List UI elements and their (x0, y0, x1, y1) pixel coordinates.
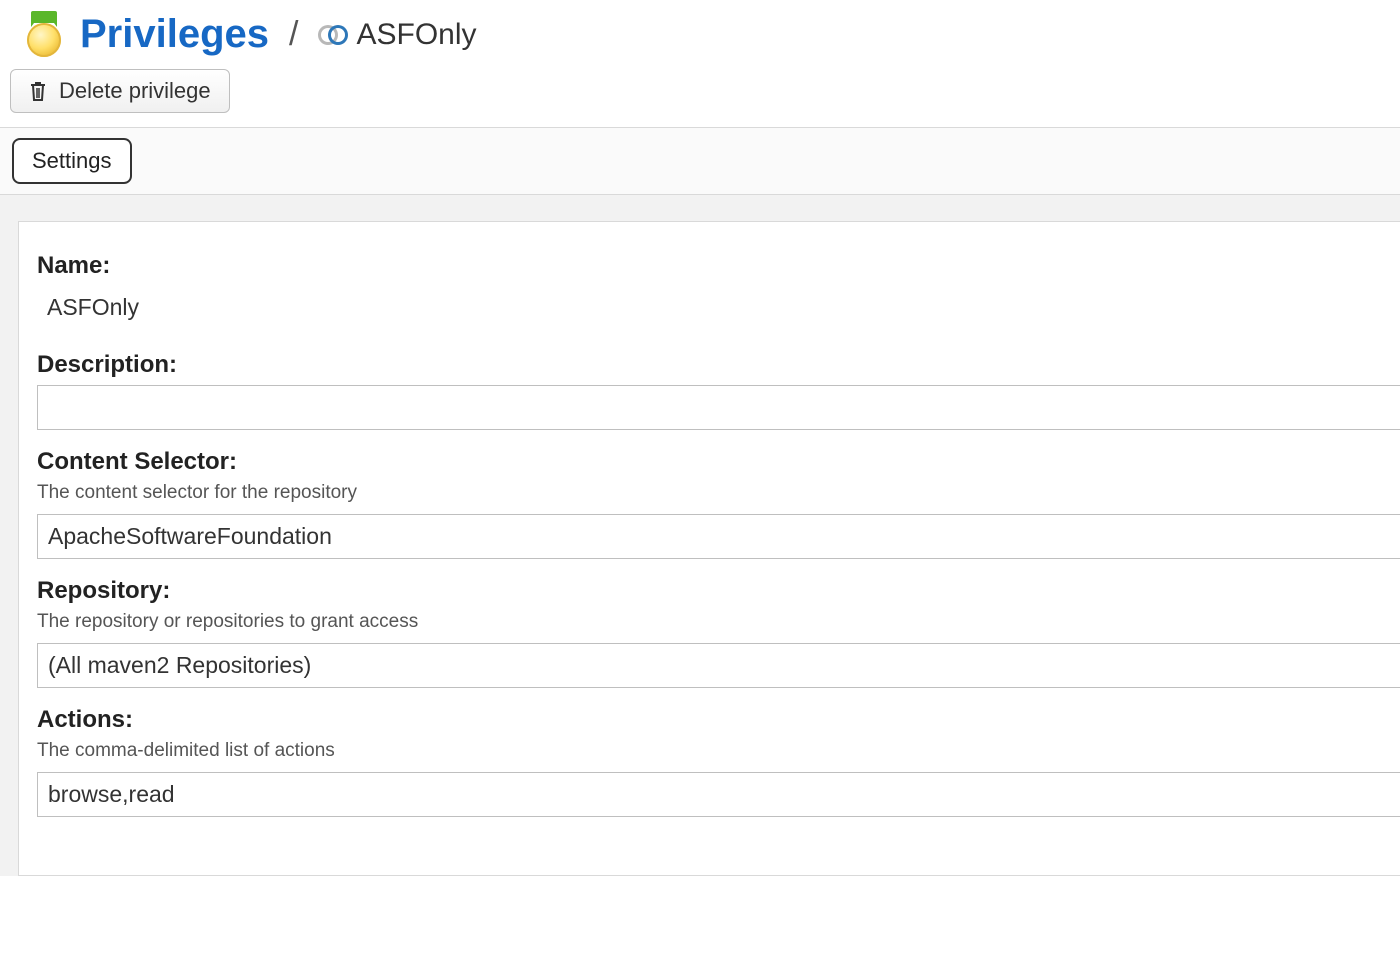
field-description: Description: (37, 351, 1400, 430)
repository-input[interactable] (37, 643, 1400, 688)
toolbar: Delete privilege (0, 69, 1400, 127)
field-repository: Repository: The repository or repositori… (37, 577, 1400, 688)
repository-help: The repository or repositories to grant … (37, 611, 1400, 633)
breadcrumb: Privileges / ASFOnly (0, 0, 1400, 69)
description-input[interactable] (37, 385, 1400, 430)
field-actions: Actions: The comma-delimited list of act… (37, 706, 1400, 817)
privilege-medal-icon (22, 13, 66, 57)
name-value: ASFOnly (37, 286, 1400, 333)
tab-settings[interactable]: Settings (12, 138, 132, 184)
description-label: Description: (37, 351, 1400, 379)
content-selector-help: The content selector for the repository (37, 482, 1400, 504)
field-name: Name: ASFOnly (37, 252, 1400, 333)
actions-label: Actions: (37, 706, 1400, 734)
breadcrumb-item: ASFOnly (318, 18, 476, 52)
breadcrumb-separator: / (283, 15, 304, 54)
actions-help: The comma-delimited list of actions (37, 740, 1400, 762)
form-panel: Name: ASFOnly Description: Content Selec… (18, 221, 1400, 876)
content-selector-label: Content Selector: (37, 448, 1400, 476)
tab-strip: Settings (0, 127, 1400, 195)
actions-input[interactable] (37, 772, 1400, 817)
content-selector-icon (318, 25, 348, 45)
breadcrumb-item-label: ASFOnly (356, 18, 476, 52)
delete-privilege-label: Delete privilege (59, 78, 211, 104)
form-panel-wrap: Name: ASFOnly Description: Content Selec… (0, 195, 1400, 876)
delete-privilege-button[interactable]: Delete privilege (10, 69, 230, 113)
breadcrumb-root[interactable]: Privileges (80, 12, 269, 57)
name-label: Name: (37, 252, 1400, 280)
field-content-selector: Content Selector: The content selector f… (37, 448, 1400, 559)
trash-icon (29, 80, 47, 102)
repository-label: Repository: (37, 577, 1400, 605)
content-selector-input[interactable] (37, 514, 1400, 559)
